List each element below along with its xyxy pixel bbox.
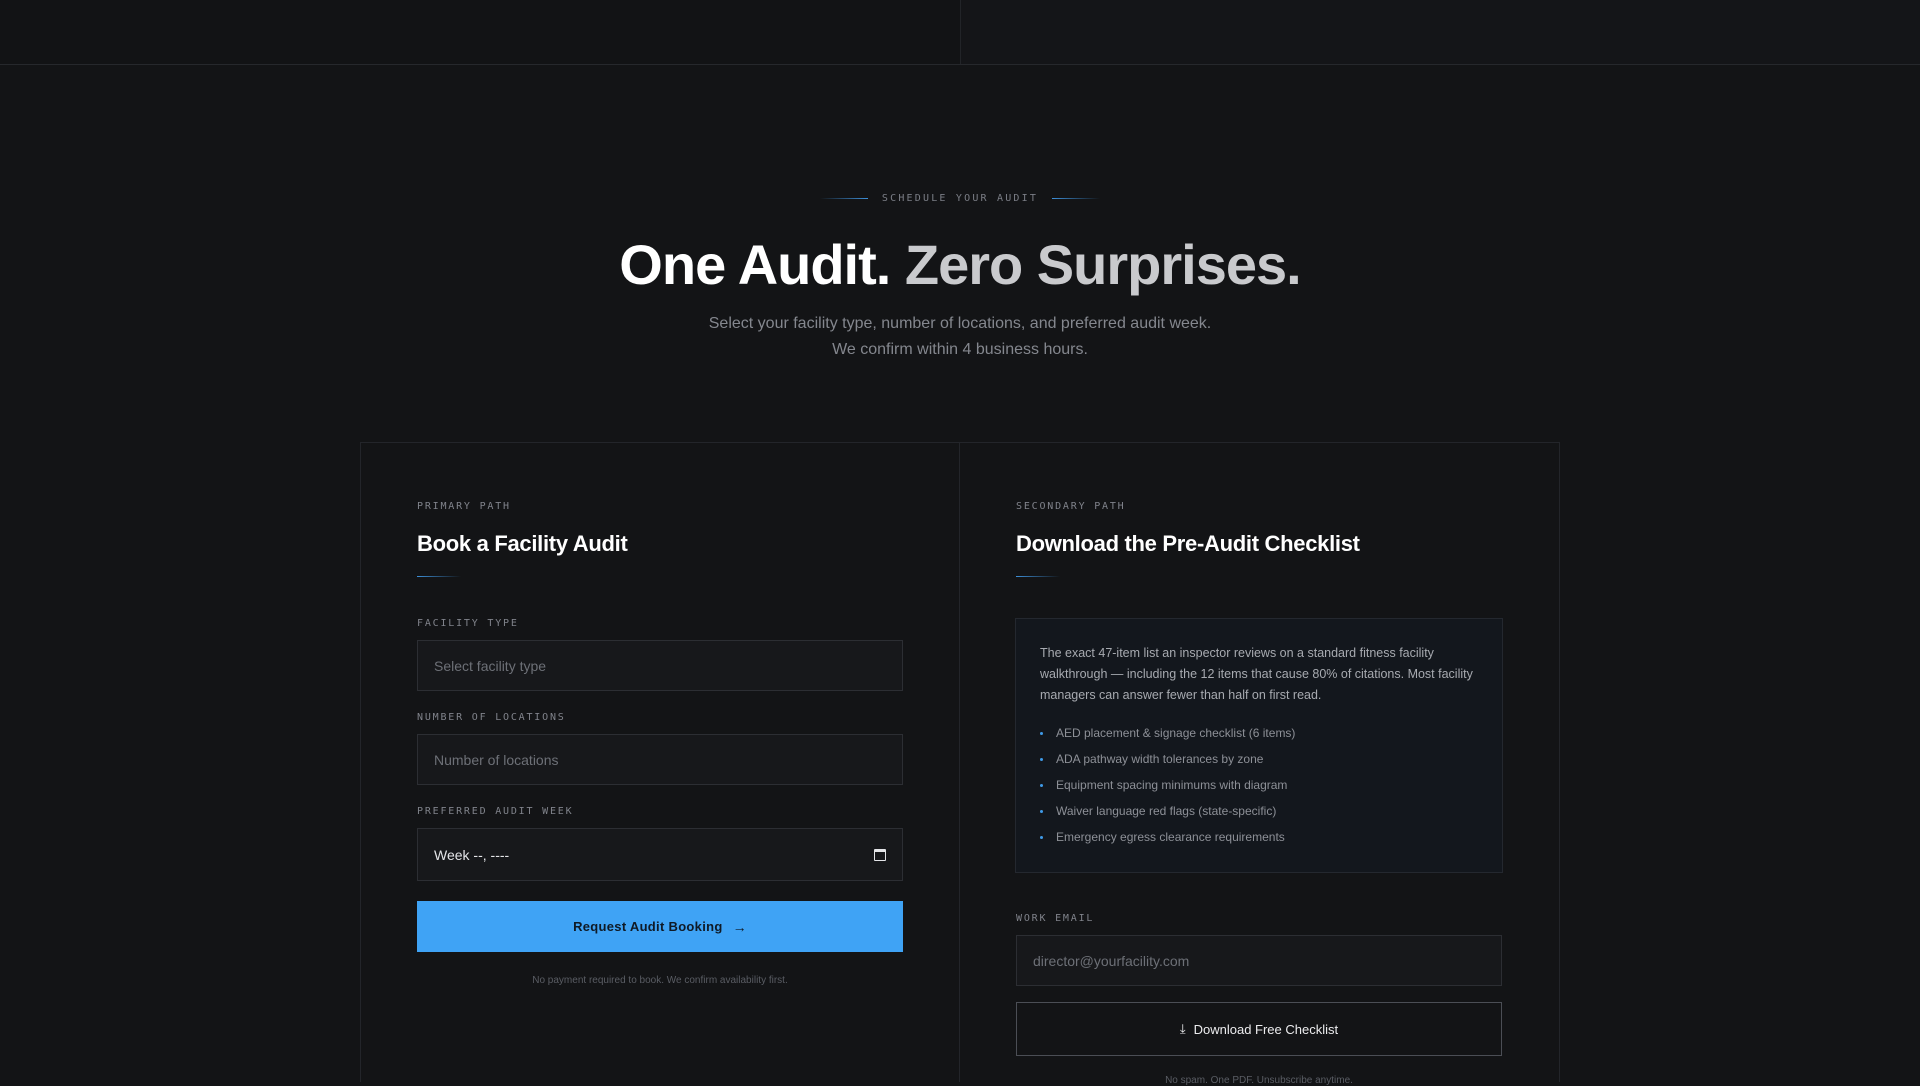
page-title: One Audit. Zero Surprises. [0, 232, 1920, 297]
subtitle-line-1: Select your facility type, number of loc… [708, 315, 1212, 332]
work-email-input[interactable]: director@yourfacility.com [1016, 935, 1502, 986]
arrow-right-icon: → [732, 918, 747, 935]
subtitle-line-2: We confirm within 4 business hours. [832, 341, 1088, 358]
audit-week-value: Week --, ---- [434, 846, 510, 863]
locations-label: NUMBER OF LOCATIONS [417, 712, 566, 723]
list-item: Emergency egress clearance requirements [1040, 824, 1478, 850]
facility-type-label: FACILITY TYPE [417, 618, 519, 629]
eyebrow-line-right [1052, 198, 1101, 199]
facility-type-placeholder: Select facility type [434, 657, 547, 674]
download-checklist-button[interactable]: ⤓ Download Free Checklist [1016, 1002, 1502, 1056]
facility-type-select[interactable]: Select facility type [417, 640, 903, 691]
calendar-icon[interactable] [874, 848, 886, 861]
list-item: Equipment spacing minimums with diagram [1040, 772, 1478, 798]
title-muted: Zero Surprises. [904, 233, 1302, 296]
booking-panel: PRIMARY PATH Book a Facility Audit FACIL… [360, 442, 1560, 1086]
secondary-fine-print: No spam. One PDF. Unsubscribe anytime. [1165, 1075, 1353, 1086]
primary-path-title: Book a Facility Audit [417, 531, 628, 556]
primary-fine-print: No payment required to book. We confirm … [532, 975, 788, 986]
primary-path-column: PRIMARY PATH Book a Facility Audit FACIL… [361, 443, 960, 1082]
download-icon: ⤓ [1179, 1021, 1186, 1036]
primary-accent-line [417, 576, 461, 577]
locations-input[interactable]: Number of locations [417, 734, 903, 785]
request-audit-button[interactable]: Request Audit Booking → [417, 901, 903, 952]
secondary-path-label: SECONDARY PATH [1016, 501, 1126, 512]
secondary-accent-line [1016, 576, 1060, 577]
audit-week-input[interactable]: Week --, ---- [417, 828, 903, 881]
list-item: ADA pathway width tolerances by zone [1040, 746, 1478, 772]
title-main: One Audit. [619, 233, 891, 296]
audit-week-label: PREFERRED AUDIT WEEK [417, 806, 574, 817]
checklist-description: The exact 47-item list an inspector revi… [1040, 646, 1473, 702]
request-audit-button-label: Request Audit Booking [573, 919, 723, 934]
eyebrow-text: SCHEDULE YOUR AUDIT [881, 193, 1039, 204]
work-email-placeholder: director@yourfacility.com [1033, 952, 1190, 969]
top-nav-bar [0, 0, 1920, 65]
top-nav-right-panel [960, 0, 1920, 64]
checklist-items: AED placement & signage checklist (6 ite… [1040, 720, 1478, 850]
secondary-path-title: Download the Pre-Audit Checklist [1016, 531, 1360, 556]
download-checklist-button-label: Download Free Checklist [1193, 1021, 1339, 1037]
list-item: Waiver language red flags (state-specifi… [1040, 798, 1478, 824]
checklist-info-box: The exact 47-item list an inspector revi… [1015, 618, 1503, 873]
section-eyebrow: SCHEDULE YOUR AUDIT [0, 193, 1920, 204]
page-subtitle: Select your facility type, number of loc… [0, 311, 1920, 363]
locations-placeholder: Number of locations [434, 751, 559, 768]
secondary-path-column: SECONDARY PATH Download the Pre-Audit Ch… [960, 443, 1559, 1086]
work-email-label: WORK EMAIL [1016, 913, 1095, 924]
list-item: AED placement & signage checklist (6 ite… [1040, 720, 1478, 746]
primary-path-label: PRIMARY PATH [417, 501, 511, 512]
eyebrow-line-left [819, 198, 868, 199]
